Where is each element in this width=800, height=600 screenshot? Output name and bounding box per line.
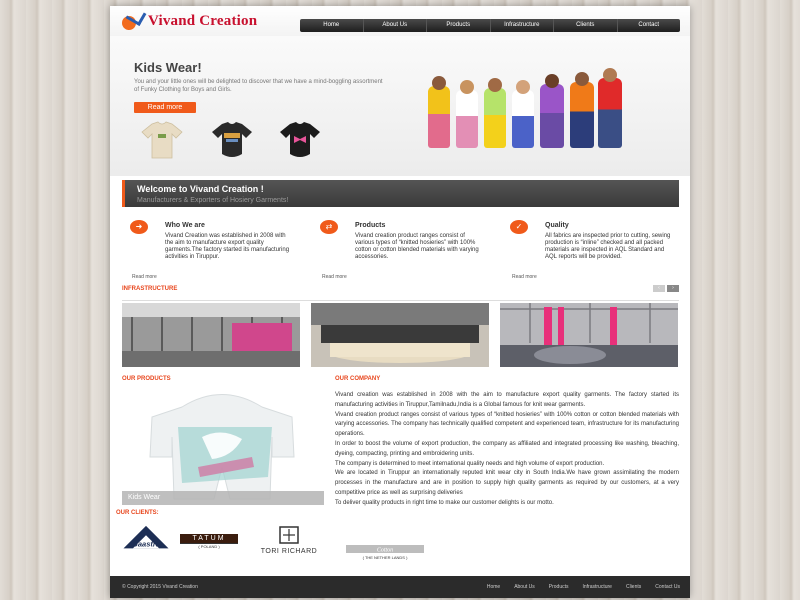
main-nav: Home About Us Products Infrastructure Cl… [300,19,680,32]
company-paragraph: Vivand creation product ranges consist o… [335,411,679,438]
infrastructure-prev-button[interactable]: ‹ [653,285,665,292]
our-products-heading: Our Products [122,376,171,382]
company-description: Vivand creation was established in 2008 … [335,391,679,509]
site-footer: © Copyright 2015 Vivand Creation Home Ab… [110,576,690,598]
feature-text: Vivand creation product ranges consist o… [355,233,479,260]
hero-text: You and your little ones will be delight… [134,79,383,93]
feature-title: Quality [545,222,569,229]
site-header: Vivand Creation Home About Us Products I… [110,6,690,36]
hero-slider: Kids Wear! You and your little ones will… [110,36,690,198]
footer-link-about-us[interactable]: About Us [514,584,535,590]
client-logo-tori-richard[interactable]: TORI RICHARD [246,526,336,556]
client-location: ( POLAND ) [180,543,238,550]
feature-text: Vivand Creation was established in 2008 … [165,233,290,260]
read-more-link[interactable]: Read more [132,274,157,280]
footer-nav: Home About Us Products Infrastructure Cl… [473,584,680,590]
feature-title: Products [355,222,386,229]
divider [122,300,679,301]
hero-title: Kids Wear! [134,60,202,75]
company-paragraph: To deliver quality products in right tim… [335,499,554,506]
feature-products: ⇄ Products Vivand creation product range… [312,220,482,280]
product-showcase[interactable]: Kids Wear [122,387,324,507]
our-clients-heading: Our Clients: [116,510,159,516]
welcome-banner: Welcome to Vivand Creation ! Manufacture… [122,180,679,207]
welcome-subtitle: Manufacturers & Exporters of Hosiery Gar… [137,197,289,204]
feature-text: All fabrics are inspected prior to cutti… [545,233,671,260]
company-paragraph: We are located in Tiruppur an internatio… [335,470,679,496]
client-name: TORI RICHARD [261,548,317,555]
feature-title: Who We are [165,222,205,229]
hero-read-more-button[interactable]: Read more [134,102,196,113]
page: Vivand Creation Home About Us Products I… [110,6,690,598]
logo-icon [122,6,147,31]
infrastructure-next-button[interactable]: › [667,285,679,292]
exchange-icon: ⇄ [320,220,338,234]
black-bow-onesie-image [280,122,320,157]
feature-quality: ✓ Quality All fabrics are inspected prio… [502,220,672,280]
footer-link-contact-us[interactable]: Contact Us [655,584,680,590]
black-onesie-image [212,122,252,157]
client-name: Gaastra [132,540,160,549]
factory-image-3 [500,303,678,367]
read-more-link[interactable]: Read more [512,274,537,280]
footer-link-infrastructure[interactable]: Infrastructure [583,584,612,590]
client-location: ( THE NETHER LANDS ) [363,555,408,560]
footer-link-clients[interactable]: Clients [626,584,641,590]
copyright-text: © Copyright 2015 Vivand Creation [122,584,198,590]
nav-infrastructure[interactable]: Infrastructure [491,19,554,32]
nav-home[interactable]: Home [300,19,364,32]
company-paragraph: The company is determined to meet intern… [335,460,605,467]
client-name: Cotton [377,548,393,554]
arrow-icon: ➜ [130,220,148,234]
nav-products[interactable]: Products [427,19,491,32]
company-paragraph: In order to boost the volume of export p… [335,440,679,457]
read-more-link[interactable]: Read more [322,274,347,280]
client-logo-gaastra[interactable]: Gaastra [118,524,174,554]
factory-image-2 [311,303,489,367]
footer-link-products[interactable]: Products [549,584,569,590]
product-caption: Kids Wear [122,491,324,505]
nav-contact[interactable]: Contact [618,19,681,32]
client-logo-cotton[interactable]: Cotton ( THE NETHER LANDS ) [346,538,424,568]
logo-text: Vivand Creation [148,12,258,29]
factory-image-1 [122,303,300,367]
company-paragraph: Vivand creation was established in 2008 … [335,392,679,408]
footer-link-home[interactable]: Home [487,584,500,590]
logo[interactable]: Vivand Creation [122,6,258,31]
check-icon: ✓ [510,220,528,234]
nav-about-us[interactable]: About Us [364,19,427,32]
nav-clients[interactable]: Clients [554,19,618,32]
infrastructure-heading: Infrastructure [122,286,178,292]
our-company-heading: Our Company [335,376,381,382]
welcome-title: Welcome to Vivand Creation ! [137,184,264,194]
feature-who-we-are: ➜ Who We are Vivand Creation was establi… [122,220,292,280]
kids-romper-image [149,394,295,500]
tshirt-image [141,121,183,159]
